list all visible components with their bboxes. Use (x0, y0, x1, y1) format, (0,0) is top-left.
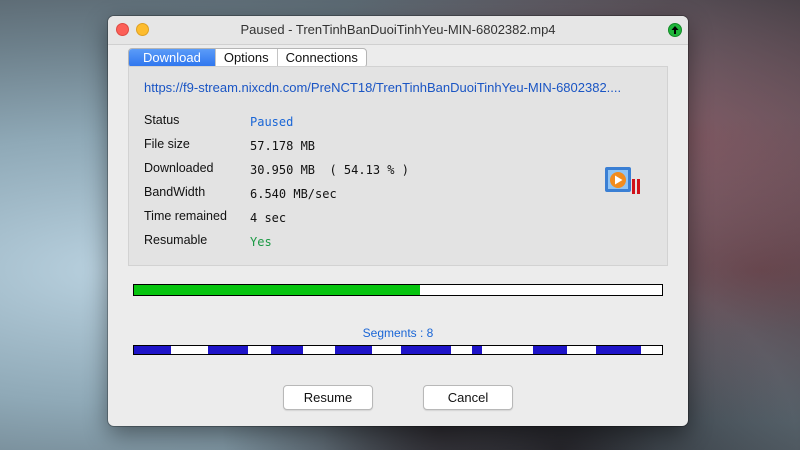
status-value: Paused (250, 115, 294, 129)
segment-block (400, 346, 451, 354)
segment-block (471, 346, 483, 354)
media-player-paused-icon (605, 166, 641, 196)
segment-block (596, 346, 641, 354)
filesize-label: File size (144, 137, 190, 151)
segments-bar (133, 345, 663, 355)
bandwidth-label: BandWidth (144, 185, 206, 199)
cancel-button[interactable]: Cancel (423, 385, 513, 410)
segment-block (207, 346, 248, 354)
progress-fill (134, 285, 420, 295)
resumable-label: Resumable (144, 233, 208, 247)
segment-block (271, 346, 303, 354)
resume-button[interactable]: Resume (283, 385, 373, 410)
tab-bar: Download Options Connections (128, 48, 367, 68)
arrow-up-icon[interactable] (668, 23, 682, 37)
segment-block (334, 346, 372, 354)
download-window: Paused - TrenTinhBanDuoiTinhYeu-MIN-6802… (108, 16, 688, 426)
tab-download[interactable]: Download (129, 49, 216, 67)
tab-options[interactable]: Options (216, 49, 278, 67)
segments-label: Segments : 8 (362, 326, 434, 340)
filesize-value: 57.178 MB (250, 139, 316, 153)
downloaded-value: 30.950 MB ( 54.13 % ) (250, 163, 409, 177)
segment-block (134, 346, 171, 354)
segment-block (532, 346, 567, 354)
window-title: Paused - TrenTinhBanDuoiTinhYeu-MIN-6802… (240, 22, 556, 37)
time-remained-value: 4 sec (250, 211, 287, 225)
resumable-value: Yes (250, 235, 272, 249)
download-url[interactable]: https://f9-stream.nixcdn.com/PreNCT18/Tr… (144, 80, 621, 95)
downloaded-label: Downloaded (144, 161, 214, 175)
time-remained-label: Time remained (144, 209, 227, 223)
status-label: Status (144, 113, 180, 127)
tab-connections[interactable]: Connections (278, 49, 366, 67)
download-info-panel: https://f9-stream.nixcdn.com/PreNCT18/Tr… (128, 66, 668, 266)
bandwidth-value: 6.540 MB/sec (250, 187, 337, 201)
download-progress-bar (133, 284, 663, 296)
title-bar: Paused - TrenTinhBanDuoiTinhYeu-MIN-6802… (108, 16, 688, 45)
